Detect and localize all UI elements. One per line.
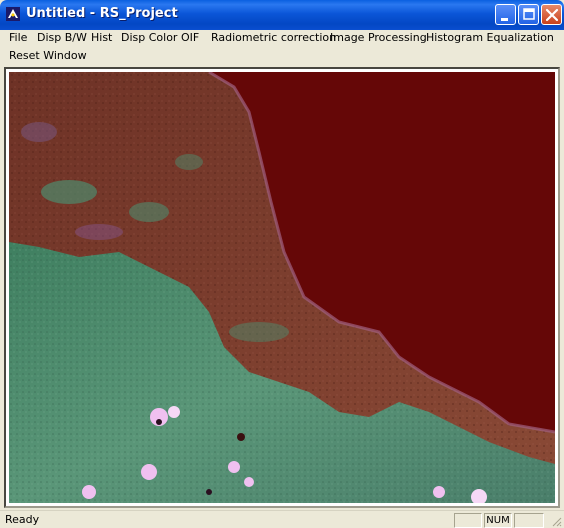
menu-disp-bw[interactable]: Disp B/W xyxy=(35,30,89,46)
menu-radiometric-correction[interactable]: Radiometric correction xyxy=(209,30,338,46)
minimize-button[interactable] xyxy=(495,4,516,25)
close-button[interactable] xyxy=(541,4,562,25)
menu-oif[interactable]: OIF xyxy=(179,30,201,46)
resize-grip-icon[interactable] xyxy=(550,515,562,527)
menu-hist[interactable]: Hist xyxy=(89,30,114,46)
maximize-button[interactable] xyxy=(518,4,539,25)
app-icon[interactable] xyxy=(5,6,21,22)
status-pane-1 xyxy=(454,513,482,528)
maximize-icon xyxy=(523,8,535,20)
status-text: Ready xyxy=(5,513,40,526)
minimize-icon xyxy=(501,18,508,21)
document-view[interactable] xyxy=(4,67,560,508)
menu-bar: File Disp B/W Hist Disp Color OIF Radiom… xyxy=(4,30,560,66)
window-title: Untitled - RS_Project xyxy=(26,6,178,21)
menu-image-processing[interactable]: Image Processing xyxy=(328,30,429,46)
status-bar: Ready NUM xyxy=(0,510,564,528)
title-bar[interactable]: Untitled - RS_Project xyxy=(0,0,564,30)
satellite-image[interactable] xyxy=(9,72,555,503)
menu-disp-color[interactable]: Disp Color xyxy=(119,30,179,46)
menu-file[interactable]: File xyxy=(7,30,29,46)
menu-histogram-equalization[interactable]: Histogram Equalization xyxy=(424,30,556,46)
menu-reset-window[interactable]: Reset Window xyxy=(7,48,89,64)
status-pane-num: NUM xyxy=(484,513,512,528)
close-icon xyxy=(545,8,559,22)
status-pane-3 xyxy=(514,513,544,528)
app-window: Untitled - RS_Project File Disp B/W Hist… xyxy=(0,0,564,528)
